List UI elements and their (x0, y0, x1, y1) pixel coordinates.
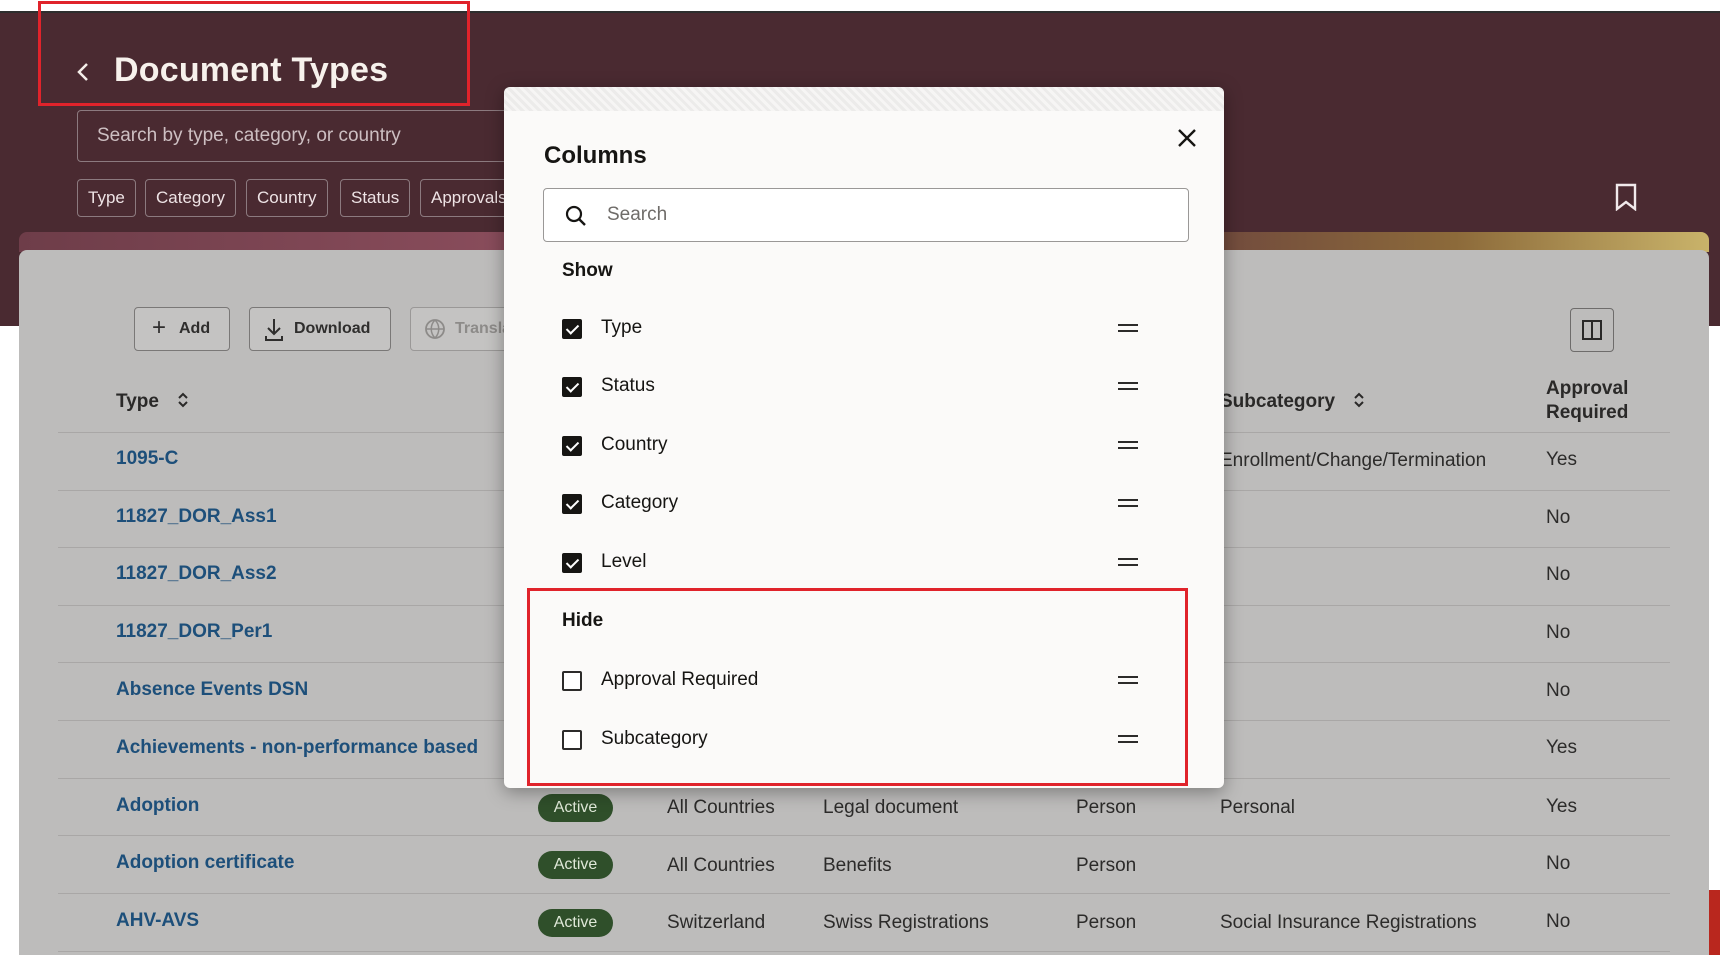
checkbox[interactable] (562, 494, 582, 514)
columns-icon (1582, 320, 1602, 340)
dialog-decoration (504, 87, 1224, 111)
approval-cell: No (1546, 564, 1571, 585)
type-link[interactable]: Adoption (116, 795, 199, 817)
type-link[interactable]: 1095-C (116, 448, 178, 470)
hide-section-highlight-box (527, 588, 1188, 786)
plus-icon: + (151, 314, 166, 341)
column-header-approval-required[interactable]: Approval Required (1546, 377, 1628, 425)
approval-cell: No (1546, 911, 1571, 932)
country-cell: Switzerland (667, 912, 766, 933)
drag-handle-icon[interactable] (1118, 441, 1138, 449)
level-cell: Person (1076, 912, 1137, 933)
row-divider (58, 893, 1670, 894)
translate-button[interactable]: Transla (410, 307, 511, 351)
search-placeholder: Search (607, 204, 668, 225)
type-link[interactable]: 11827_DOR_Per1 (116, 621, 272, 643)
filter-chip-approvals[interactable]: Approvals (420, 179, 518, 217)
filter-chip-country[interactable]: Country (246, 179, 328, 217)
drag-handle-icon[interactable] (1118, 499, 1138, 507)
search-icon (565, 205, 586, 226)
filter-chip-status[interactable]: Status (340, 179, 411, 217)
column-option-status[interactable]: Status (562, 372, 1162, 402)
country-cell: All Countries (667, 855, 775, 876)
dialog-title: Columns (544, 142, 647, 169)
subcategory-cell: Personal (1220, 797, 1295, 818)
show-heading: Show (562, 260, 613, 281)
approval-cell: Yes (1546, 449, 1577, 470)
level-cell: Person (1076, 855, 1137, 876)
category-cell: Legal document (823, 797, 959, 818)
level-cell: Person (1076, 797, 1137, 818)
close-icon[interactable] (1172, 123, 1202, 153)
drag-handle-icon[interactable] (1118, 558, 1138, 566)
column-search-input[interactable]: Search (543, 188, 1189, 242)
status-badge: Active (538, 909, 613, 937)
download-icon (262, 308, 286, 350)
type-link[interactable]: Achievements - non-performance based (116, 737, 478, 759)
checkbox[interactable] (562, 377, 582, 397)
option-label: Level (601, 551, 647, 572)
category-cell: Benefits (823, 855, 892, 876)
country-cell: All Countries (667, 797, 775, 818)
row-divider (58, 951, 1670, 952)
download-button[interactable]: Download (249, 307, 391, 351)
approval-cell: No (1546, 622, 1571, 643)
checkbox[interactable] (562, 436, 582, 456)
checkbox[interactable] (562, 553, 582, 573)
category-cell: Swiss Registrations (823, 912, 989, 933)
option-label: Category (601, 492, 679, 513)
type-link[interactable]: 11827_DOR_Ass1 (116, 506, 277, 528)
approval-cell: No (1546, 507, 1571, 528)
globe-icon (423, 308, 447, 350)
title-highlight-box (38, 1, 470, 106)
column-option-country[interactable]: Country (562, 431, 1162, 461)
type-link[interactable]: Adoption certificate (116, 852, 294, 874)
type-link[interactable]: Absence Events DSN (116, 679, 308, 701)
column-header-subcategory[interactable]: Subcategory (1220, 390, 1366, 413)
row-divider (58, 835, 1670, 836)
column-option-level[interactable]: Level (562, 548, 1162, 578)
column-option-type[interactable]: Type (562, 314, 1162, 344)
approval-cell: No (1546, 680, 1571, 701)
search-input[interactable]: Search by type, category, or country (77, 110, 517, 162)
drag-handle-icon[interactable] (1118, 382, 1138, 390)
filter-chip-type[interactable]: Type (77, 179, 136, 217)
subcategory-cell: Social Insurance Registrations (1220, 912, 1477, 933)
column-layout-button[interactable] (1570, 308, 1614, 352)
filter-chip-category[interactable]: Category (145, 179, 236, 217)
approval-cell: Yes (1546, 796, 1577, 817)
type-link[interactable]: 11827_DOR_Ass2 (116, 563, 277, 585)
column-header-type[interactable]: Type (116, 390, 190, 413)
edge-accent (1709, 890, 1720, 955)
type-link[interactable]: AHV-AVS (116, 910, 199, 932)
status-badge: Active (538, 794, 613, 822)
approval-cell: No (1546, 853, 1571, 874)
checkbox[interactable] (562, 319, 582, 339)
sort-icon (1354, 392, 1365, 408)
approval-cell: Yes (1546, 737, 1577, 758)
bookmark-icon[interactable] (1614, 183, 1638, 211)
add-button[interactable]: + Add (134, 307, 230, 351)
drag-handle-icon[interactable] (1118, 324, 1138, 332)
status-badge: Active (538, 851, 613, 879)
column-option-category[interactable]: Category (562, 489, 1162, 519)
option-label: Status (601, 375, 655, 396)
option-label: Type (601, 317, 643, 338)
option-label: Country (601, 434, 668, 455)
sort-icon (178, 392, 188, 408)
subcategory-cell: Enrollment/Change/Termination (1220, 450, 1487, 471)
